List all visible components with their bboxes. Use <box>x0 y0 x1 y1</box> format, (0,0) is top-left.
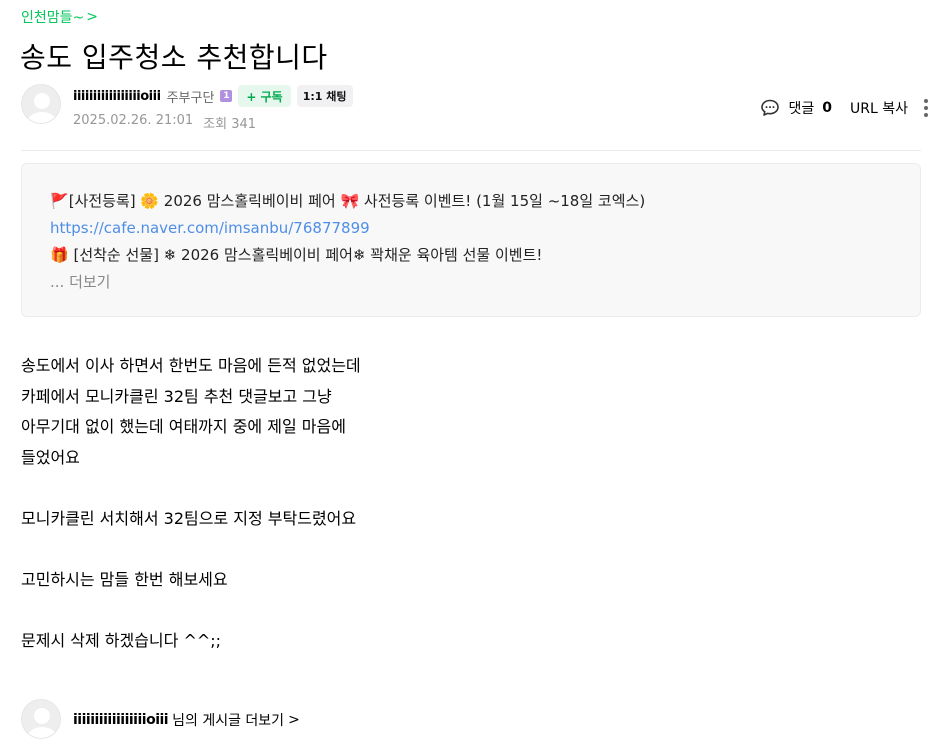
content-paragraph <box>21 534 921 565</box>
grade-badge-icon: 1 <box>220 90 233 102</box>
flag-icon: 🚩 <box>50 192 69 210</box>
post-date: 2025.02.26. 21:01 <box>73 113 194 128</box>
author-posts-text[interactable]: iiiiiiiiiiiiiiiiioiii 님의 게시글 더보기 > <box>73 710 300 730</box>
post-title: 송도 입주청소 추천합니다 <box>20 41 328 74</box>
footer-nickname: iiiiiiiiiiiiiiiiioiii <box>73 712 169 728</box>
content-paragraph: 고민하시는 맘들 한번 해보세요 <box>21 569 228 589</box>
notice-link[interactable]: https://cafe.naver.com/imsanbu/76877899 <box>50 215 892 242</box>
subscribe-button[interactable]: + 구독 <box>238 85 291 107</box>
avatar[interactable] <box>21 84 61 124</box>
author-info: iiiiiiiiiiiiiiiiioiii 주부구단 1 + 구독 1:1 채팅 <box>73 84 353 108</box>
author-nickname[interactable]: iiiiiiiiiiiiiiiiioiii <box>73 89 161 104</box>
member-grade: 주부구단 <box>166 90 215 106</box>
content-paragraph: 문제시 삭제 하겠습니다 ^^;; <box>21 630 222 650</box>
content-paragraph: 송도에서 이사 하면서 한번도 마음에 든적 없었는데 <box>21 356 361 375</box>
notice-line-3[interactable]: 🎁 [선착순 선물] ❄ 2026 맘스홀릭베이비 페어❄ 꽉채운 육아템 선물… <box>50 242 892 269</box>
post-tools: 댓글 0 URL 복사 <box>760 96 928 120</box>
comment-label[interactable]: 댓글 <box>788 98 814 118</box>
comment-count: 0 <box>822 100 832 116</box>
view-count: 조회 341 <box>203 117 257 132</box>
cafe-link[interactable]: 인천맘들~ > <box>21 7 98 27</box>
notice-line-1-text: [사전등록] 🌼 2026 맘스홀릭베이비 페어 🎀 사전등록 이벤트! (1월… <box>68 192 646 210</box>
notice-box: 🚩[사전등록] 🌼 2026 맘스홀릭베이비 페어 🎀 사전등록 이벤트! (1… <box>21 163 921 317</box>
content-paragraph: 들었어요 <box>21 447 80 467</box>
chat-button[interactable]: 1:1 채팅 <box>296 85 353 107</box>
notice-line-1[interactable]: 🚩[사전등록] 🌼 2026 맘스홀릭베이비 페어 🎀 사전등록 이벤트! (1… <box>50 188 892 215</box>
content-paragraph <box>21 473 921 504</box>
cafe-name: 인천맘들~ <box>21 10 85 26</box>
content-paragraph: 아무기대 없이 했는데 여태까지 중에 제일 마음에 <box>21 417 346 436</box>
more-options-icon[interactable] <box>924 99 928 117</box>
author-posts-link[interactable]: iiiiiiiiiiiiiiiiioiii 님의 게시글 더보기 > <box>21 699 300 741</box>
footer-suffix: 님의 게시글 더보기 <box>172 713 285 729</box>
notice-more-button[interactable]: ... 더보기 <box>50 269 892 296</box>
content-paragraph: 카페에서 모니카클린 32팀 추천 댓글보고 그냥 <box>21 386 332 406</box>
notice-line-3-text: [선착순 선물] ❄ 2026 맘스홀릭베이비 페어❄ 꽉채운 육아템 선물 이… <box>73 246 543 264</box>
avatar[interactable] <box>21 699 61 739</box>
chevron-right-icon: > <box>288 712 300 728</box>
content-paragraph <box>21 595 921 626</box>
content-paragraph: 모니카클린 서치해서 32팀으로 지정 부탁드렸어요 <box>21 508 357 528</box>
chevron-right-icon: > <box>86 9 98 25</box>
post-meta: 2025.02.26. 21:01 조회 341 <box>73 113 256 132</box>
gift-icon: 🎁 <box>50 246 69 264</box>
post-content: 송도에서 이사 하면서 한번도 마음에 든적 없었는데 카페에서 모니카클린 3… <box>21 351 921 656</box>
comment-icon[interactable] <box>760 98 780 118</box>
url-copy-button[interactable]: URL 복사 <box>850 98 908 118</box>
header-divider <box>21 150 921 151</box>
